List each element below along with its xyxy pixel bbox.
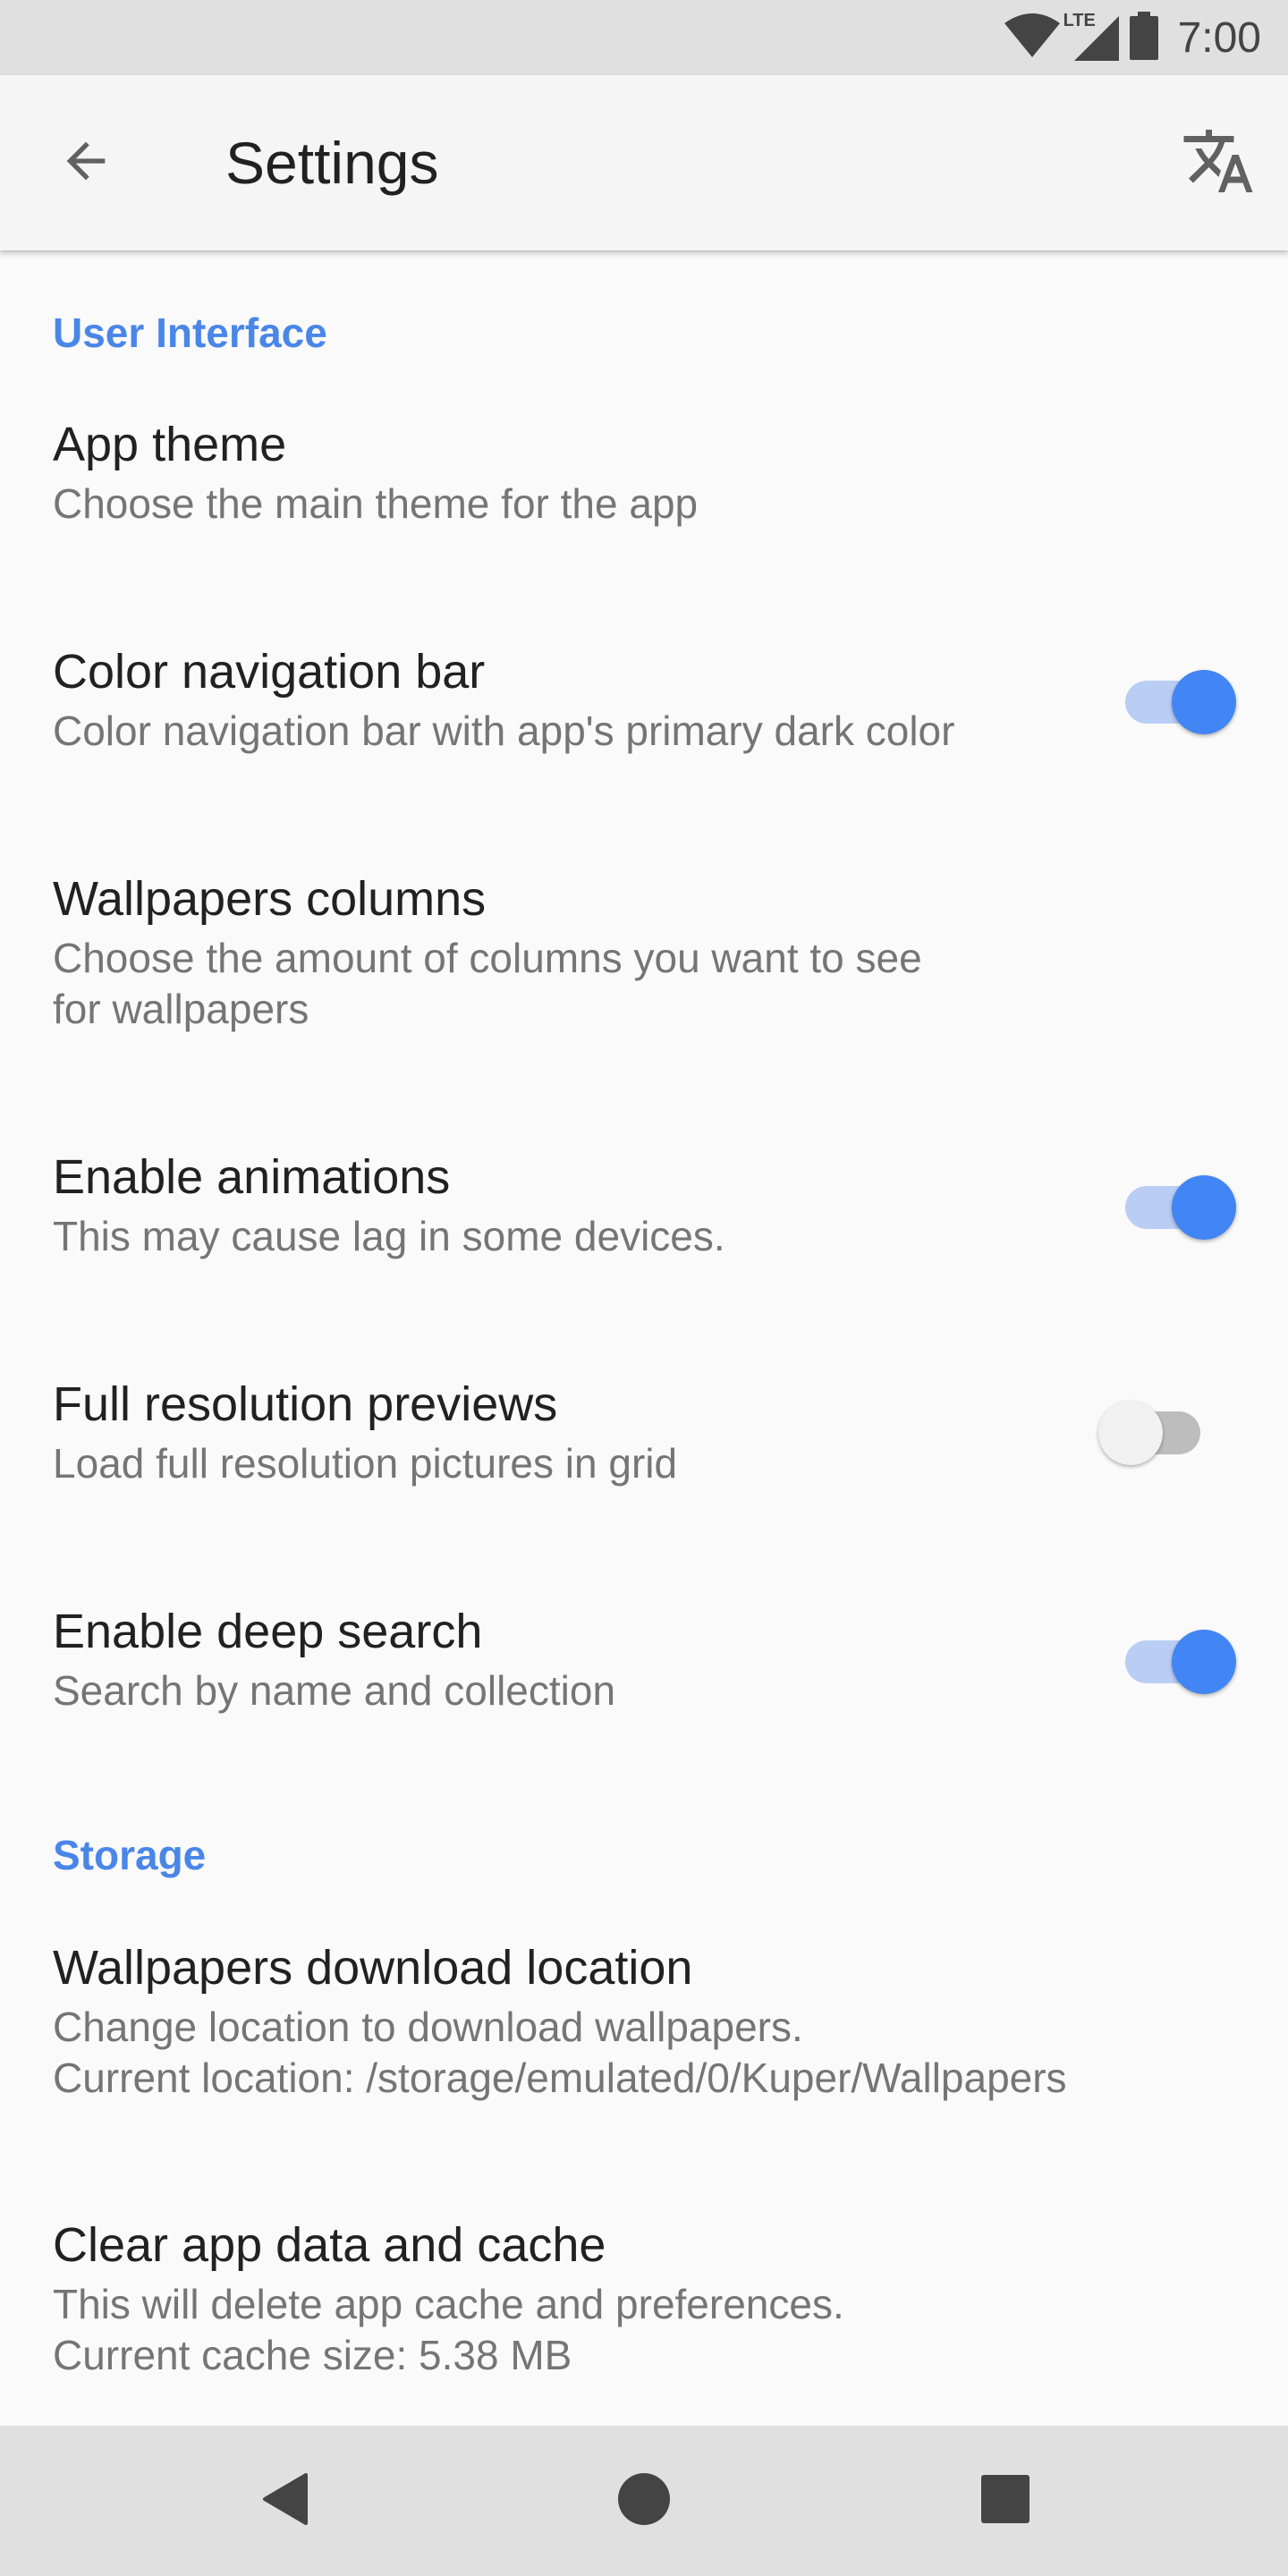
- battery-icon: [1129, 11, 1158, 64]
- pref-full-resolution-previews[interactable]: Full resolution previews Load full resol…: [0, 1376, 1288, 1528]
- nav-home-button[interactable]: [601, 2458, 687, 2544]
- switch-thumb: [1172, 1175, 1236, 1240]
- translate-icon: [1181, 123, 1256, 203]
- pref-wallpapers-columns[interactable]: Wallpapers columns Choose the amount of …: [0, 870, 1288, 1067]
- app-bar: Settings: [0, 75, 1288, 250]
- pref-title: Wallpapers download location: [53, 1941, 693, 1995]
- pref-app-theme[interactable]: App theme Choose the main theme for the …: [0, 416, 1288, 568]
- pref-wallpapers-download-location[interactable]: Wallpapers download location Change loca…: [0, 1939, 1288, 2136]
- pref-title: Enable deep search: [53, 1605, 483, 1658]
- switch-thumb: [1172, 1630, 1236, 1694]
- pref-title: Color navigation bar: [53, 645, 486, 699]
- pref-summary: Change location to download wallpapers. …: [53, 2004, 1067, 2101]
- status-time: 7:00: [1177, 13, 1261, 62]
- pref-title: Full resolution previews: [53, 1377, 558, 1431]
- full-resolution-previews-switch[interactable]: [1091, 1392, 1216, 1465]
- pref-summary: This will delete app cache and preferenc…: [53, 2281, 844, 2378]
- pref-summary: This may cause lag in some devices.: [53, 1213, 725, 1259]
- pref-summary: Search by name and collection: [53, 1667, 616, 1714]
- color-navigation-bar-switch[interactable]: [1109, 661, 1236, 734]
- pref-title: Enable animations: [53, 1150, 451, 1204]
- enable-animations-switch[interactable]: [1109, 1166, 1236, 1240]
- nav-back-button[interactable]: [242, 2458, 327, 2544]
- pref-color-navigation-bar[interactable]: Color navigation bar Color navigation ba…: [0, 643, 1288, 795]
- pref-summary: Color navigation bar with app's primary …: [53, 708, 955, 754]
- back-triangle-icon: [259, 2471, 309, 2531]
- translate-button[interactable]: [1175, 120, 1261, 206]
- pref-summary: Load full resolution pictures in grid: [53, 1440, 678, 1487]
- pref-enable-animations[interactable]: Enable animations This may cause lag in …: [0, 1148, 1288, 1301]
- status-bar: LTE 7:00: [0, 0, 1288, 75]
- pref-title: Clear app data and cache: [53, 2218, 606, 2272]
- home-circle-icon: [617, 2472, 671, 2530]
- section-header-storage: Storage: [53, 1832, 207, 1878]
- recents-square-icon: [981, 2474, 1030, 2528]
- lte-signal-icon: LTE: [1061, 11, 1121, 63]
- enable-deep-search-switch[interactable]: [1109, 1621, 1236, 1694]
- section-header-user-interface: User Interface: [53, 309, 327, 356]
- wifi-icon: [1003, 13, 1062, 64]
- back-button[interactable]: [43, 120, 129, 206]
- nav-recents-button[interactable]: [962, 2458, 1048, 2544]
- pref-clear-app-data[interactable]: Clear app data and cache This will delet…: [0, 2216, 1288, 2413]
- page-title: Settings: [225, 130, 439, 196]
- pref-summary: Choose the amount of columns you want to…: [53, 935, 922, 1032]
- pref-title: App theme: [53, 418, 287, 471]
- pref-enable-deep-search[interactable]: Enable deep search Search by name and co…: [0, 1603, 1288, 1755]
- arrow-back-icon: [57, 132, 114, 194]
- system-nav-bar: [0, 2426, 1288, 2576]
- switch-thumb: [1098, 1401, 1163, 1465]
- pref-summary: Choose the main theme for the app: [53, 480, 699, 527]
- lte-label: LTE: [1061, 11, 1097, 31]
- switch-thumb: [1172, 670, 1236, 734]
- status-icons: LTE 7:00: [1003, 0, 1261, 75]
- settings-list: User Interface App theme Choose the main…: [0, 250, 1288, 2426]
- pref-title: Wallpapers columns: [53, 872, 487, 926]
